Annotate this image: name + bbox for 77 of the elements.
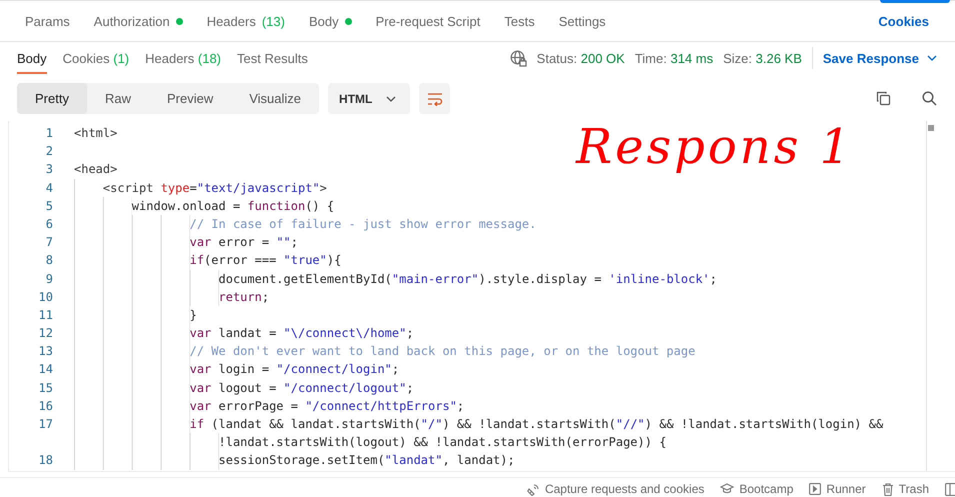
wrap-lines-button[interactable] [419, 83, 450, 114]
footer-button[interactable]: Bootcamp [720, 482, 794, 496]
line-number: 5 [44, 198, 53, 215]
handwritten-annotation: Respons 1 [576, 123, 854, 171]
cookies-link[interactable]: Cookies [878, 14, 929, 28]
request-tab[interactable]: Authorization [82, 1, 195, 41]
code-line: if (landat && landat.startsWith("/") && !landat.startsWith("//") && !landat.startsWith(login) && [190, 416, 884, 433]
request-tab[interactable]: Body [296, 1, 364, 41]
code-line: <head> [74, 161, 118, 178]
request-tab[interactable]: Settings [546, 1, 618, 41]
format-dropdown[interactable]: HTML [328, 83, 410, 114]
panel-icon[interactable] [945, 482, 955, 496]
response-tab[interactable]: Body [9, 42, 55, 74]
line-number: 13 [38, 343, 53, 360]
footer-button[interactable]: Runner [809, 482, 866, 496]
line-number: 14 [38, 361, 53, 378]
response-tab[interactable]: Cookies (1) [54, 42, 138, 74]
request-tab[interactable]: Params [13, 1, 82, 41]
play-box-icon [809, 483, 822, 495]
line-number: 9 [44, 270, 53, 288]
code-line: } [190, 306, 197, 324]
code-line: <html> [74, 125, 118, 142]
line-number: 1 [44, 125, 53, 142]
footer-button[interactable]: Trash [882, 482, 929, 496]
caret-icon [927, 55, 937, 61]
line-number: 17 [38, 416, 53, 433]
save-response-button[interactable]: Save Response [822, 50, 937, 66]
code-line: // In case of failure - just show error message. [190, 216, 536, 233]
line-number: 12 [38, 325, 53, 342]
code-line: var logout = "/connect/logout"; [190, 380, 414, 397]
wrap-icon [426, 92, 443, 106]
line-number: 8 [44, 252, 53, 270]
response-stat: Status: 200 OK [536, 50, 625, 66]
trash-icon [882, 482, 894, 496]
view-mode-tab[interactable]: Visualize [231, 83, 320, 114]
line-number: 18 [38, 452, 53, 470]
code-line: var login = "/connect/login"; [190, 361, 400, 378]
code-line: // We don't ever want to land back on this page, or on the logout page [190, 343, 696, 360]
view-mode-tab[interactable]: Pretty [17, 83, 87, 114]
line-number: 2 [44, 143, 53, 160]
request-tab[interactable]: Pre-request Script [364, 1, 492, 41]
status-dot [176, 18, 183, 24]
line-number: 4 [44, 180, 53, 197]
line-number: 7 [44, 234, 53, 252]
search-icon[interactable] [922, 91, 937, 106]
globe-lock-icon[interactable] [510, 50, 527, 66]
code-line: !landat.startsWith(logout) && !landat.startsWith(errorPage)) { [218, 434, 666, 452]
response-stat: Size: 3.26 KB [723, 50, 802, 66]
graduation-cap-icon [720, 483, 734, 495]
code-line: window.onload = function() { [132, 198, 334, 215]
status-dot [344, 18, 352, 24]
response-tab[interactable]: Test Results [229, 42, 316, 74]
line-number: 10 [38, 288, 53, 306]
code-line: sessionStorage.setItem("landat", landat); [218, 452, 515, 470]
request-tab[interactable]: Headers (13) [194, 1, 297, 41]
code-line: if(error === "true"){ [190, 252, 342, 270]
line-number: 11 [38, 306, 53, 324]
code-line: return; [218, 288, 270, 306]
satellite-icon [526, 482, 540, 496]
request-tab[interactable]: Tests [492, 1, 547, 41]
footer-button[interactable]: Capture requests and cookies [526, 482, 704, 496]
code-line: var errorPage = "/connect/httpErrors"; [190, 398, 464, 415]
view-mode-tab[interactable]: Raw [86, 83, 149, 114]
view-mode-tab[interactable]: Preview [148, 83, 232, 114]
code-line: var error = ""; [190, 234, 298, 252]
code-line: var landat = "\/connect\/home"; [190, 325, 414, 342]
response-stat: Time: 314 ms [634, 50, 714, 66]
scroll-thumb[interactable] [928, 125, 934, 131]
line-number: 3 [44, 161, 53, 178]
copy-icon[interactable] [876, 91, 891, 106]
response-tab[interactable]: Headers (18) [137, 42, 230, 74]
line-number: 6 [44, 216, 53, 233]
caret-icon [386, 96, 396, 102]
line-number: 15 [38, 380, 53, 397]
code-line: document.getElementById("main-error").style.display = 'inline-block'; [218, 270, 718, 288]
code-line: <script type="text/javascript"> [102, 180, 327, 197]
line-number: 16 [38, 398, 53, 415]
